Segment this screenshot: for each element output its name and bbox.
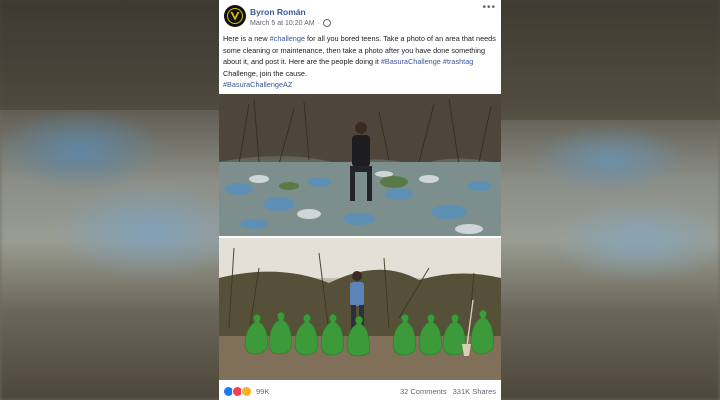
comments-count[interactable]: 32 Comments [400, 387, 447, 396]
globe-icon [322, 19, 331, 27]
background-right-trees [500, 0, 720, 120]
post-meta: March 5 at 10:20 AM · [250, 19, 331, 27]
hashtag-trashtag[interactable]: #trashtag [443, 57, 473, 66]
post-footer: 99K 32 Comments 331K Shares [219, 381, 501, 400]
text-part-3: Challenge, join the cause. [223, 68, 307, 78]
more-options-button[interactable]: ••• [482, 2, 496, 13]
hashtag-basurachallenge[interactable]: #BasuraChallenge [381, 57, 441, 66]
engagement-stats: 32 Comments 331K Shares [400, 387, 496, 396]
post-timestamp[interactable]: March 5 at 10:20 AM [250, 20, 315, 27]
meta-separator: · [317, 19, 320, 27]
reactions-summary[interactable]: 99K [223, 386, 269, 397]
hashtag-basurachallengeaz[interactable]: #BasuraChallengeAZ [223, 80, 292, 89]
hashtag-challenge[interactable]: #challenge [270, 34, 305, 43]
post-header: Byron Román March 5 at 10:20 AM · ••• [219, 0, 501, 32]
post-text: Here is a new #challenge for all you bor… [223, 33, 499, 91]
before-photo[interactable] [219, 94, 501, 236]
wow-reaction-icon [241, 386, 252, 397]
author-name[interactable]: Byron Román [250, 7, 306, 17]
after-photo[interactable] [219, 238, 501, 380]
background-left-trees [0, 0, 220, 110]
text-part-1: Here is a new [223, 34, 270, 43]
facebook-post-card: Byron Román March 5 at 10:20 AM · ••• He… [219, 0, 501, 400]
shares-count[interactable]: 331K Shares [453, 387, 496, 396]
avatar[interactable] [224, 5, 246, 27]
reaction-count[interactable]: 99K [256, 387, 269, 396]
v-logo-icon [227, 8, 243, 24]
after-photo-scene [219, 238, 501, 380]
before-photo-scene [219, 94, 501, 236]
